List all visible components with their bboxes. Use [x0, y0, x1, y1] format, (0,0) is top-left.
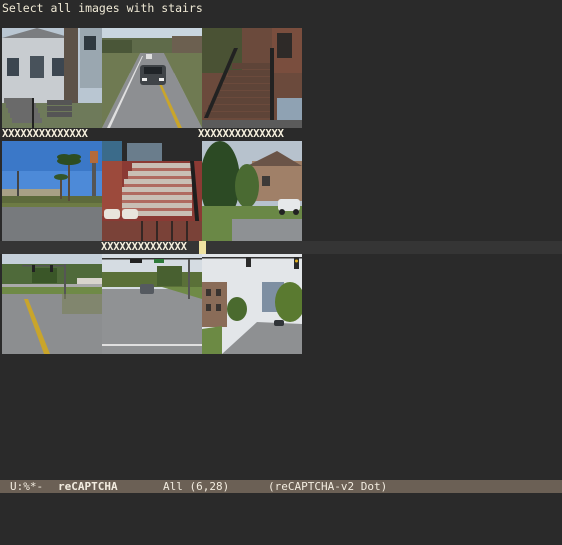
captcha-tile-5[interactable] [102, 141, 202, 241]
selection-marker-tile-3: XXXXXXXXXXXXXX [198, 128, 284, 140]
city-street-image [202, 254, 302, 354]
captcha-tile-9[interactable] [202, 254, 302, 354]
selection-marker-tile-1: XXXXXXXXXXXXXX [2, 128, 88, 140]
selection-marker-tile-5: XXXXXXXXXXXXXX [101, 241, 187, 253]
mode-line: U:%*- reCAPTCHA All (6,28) (reCAPTCHA-v2… [0, 480, 562, 493]
modeline-status: U:%*- [10, 480, 44, 493]
captcha-tile-7[interactable] [2, 254, 102, 354]
captcha-image-grid [2, 28, 302, 354]
modeline-buffer-name: reCAPTCHA [58, 480, 118, 493]
intersection-image [2, 254, 102, 354]
brownstone-stoop-image [202, 28, 302, 128]
suburban-trees-image [202, 141, 302, 241]
captcha-tile-3[interactable] [202, 28, 302, 128]
captcha-instruction: Select all images with stairs [2, 1, 203, 15]
traffic-light-road-image [102, 254, 202, 354]
captcha-tile-8[interactable] [102, 254, 202, 354]
captcha-tile-6[interactable] [202, 141, 302, 241]
captcha-tile-2[interactable] [102, 28, 202, 128]
captcha-tile-1[interactable] [2, 28, 102, 128]
modeline-position: All (6,28) [163, 480, 230, 493]
captcha-tile-4[interactable] [2, 141, 102, 241]
road-car-image [102, 28, 202, 128]
house-porch-image [2, 28, 102, 128]
palm-trees-image [2, 141, 102, 241]
modeline-major-mode: (reCAPTCHA-v2 Dot) [268, 480, 388, 493]
brick-staircase-image [102, 141, 202, 241]
text-cursor [199, 241, 206, 254]
